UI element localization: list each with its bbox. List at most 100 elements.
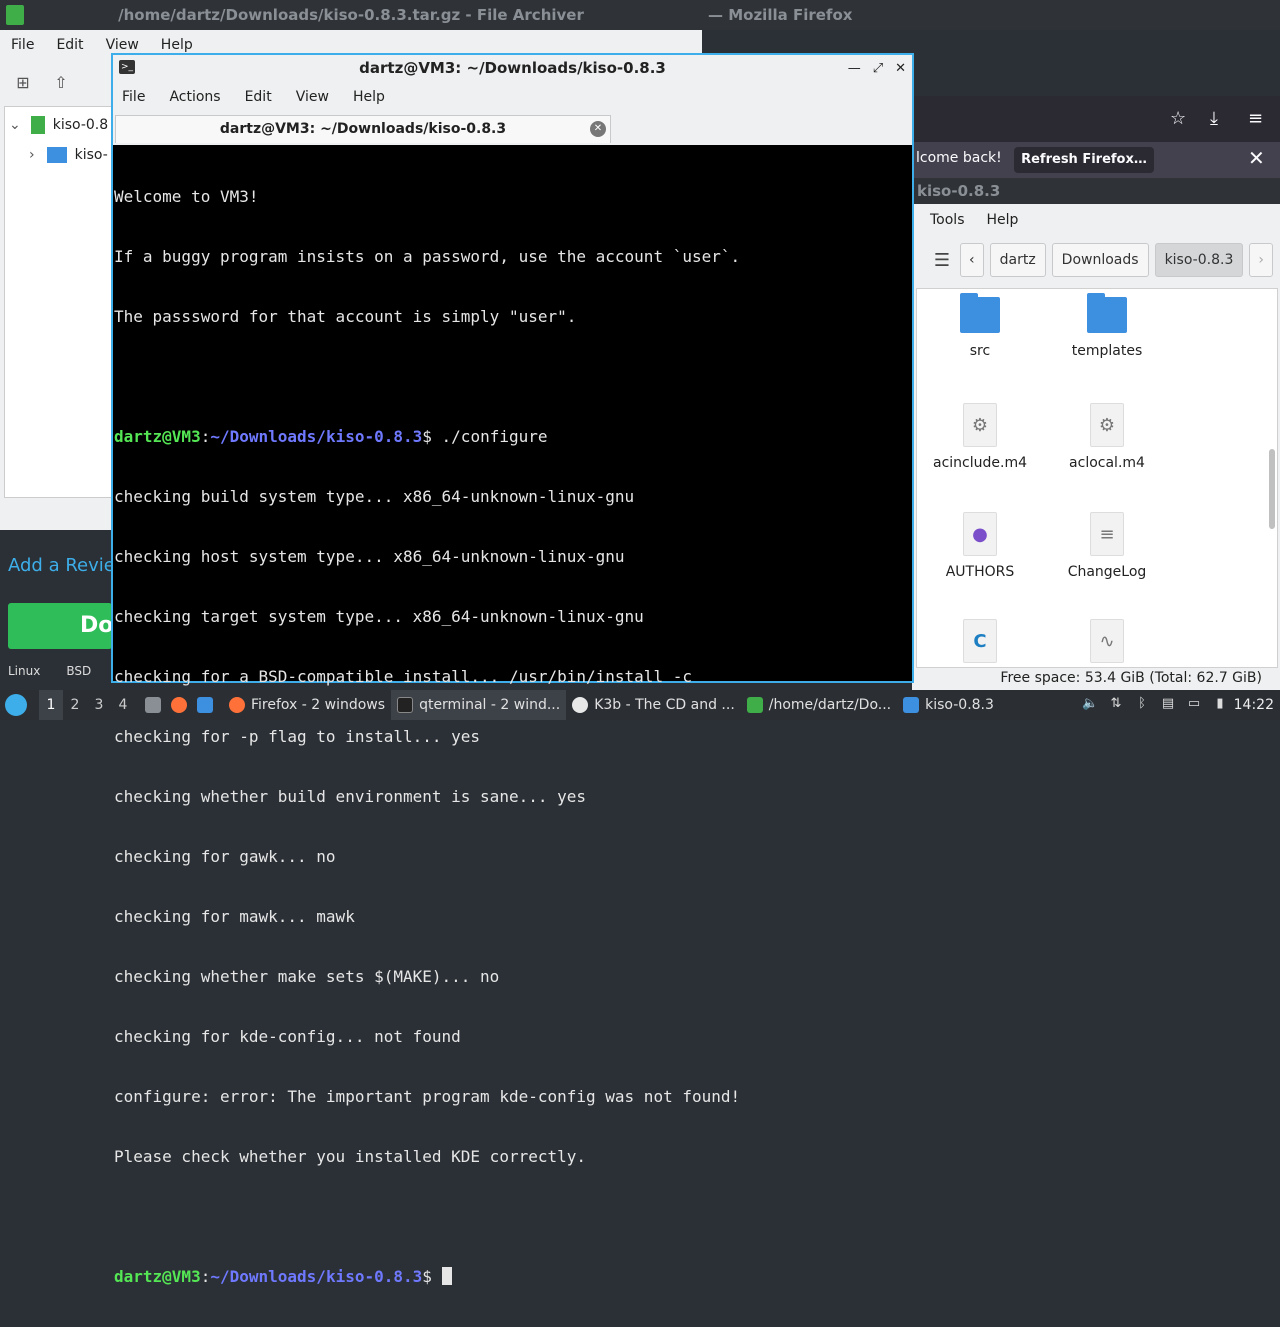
clipboard-icon[interactable]: ▤ [1160, 696, 1176, 712]
maximize-icon[interactable]: ⤢ [873, 61, 883, 76]
firefox-toolbar: ☆ ⤓ ≡ [912, 96, 1280, 142]
prompt-user: dartz@VM3 [114, 1267, 201, 1286]
close-icon[interactable]: ✕ [895, 61, 906, 76]
close-icon[interactable]: ✕ [1248, 146, 1265, 170]
chevron-right-icon[interactable]: › [29, 147, 35, 163]
task-qterminal[interactable]: qterminal - 2 wind... [391, 690, 567, 720]
refresh-firefox-button[interactable]: Refresh Firefox… [1014, 147, 1154, 173]
tab-close-icon[interactable]: ✕ [590, 121, 606, 137]
terminal-menu-help[interactable]: Help [353, 89, 385, 105]
terminal-title: dartz@VM3: ~/Downloads/kiso-0.8.3 [359, 59, 666, 77]
terminal-tabbar: dartz@VM3: ~/Downloads/kiso-0.8.3 ✕ [113, 113, 912, 145]
terminal-line: checking build system type... x86_64-unk… [114, 487, 635, 506]
bluetooth-icon[interactable]: ᛒ [1134, 696, 1150, 712]
terminal-output[interactable]: Welcome to VM3! If a buggy program insis… [113, 145, 912, 1286]
terminal-menu-file[interactable]: File [122, 89, 145, 105]
archiver-window-title: /home/dartz/Downloads/kiso-0.8.3.tar.gz … [118, 6, 584, 24]
file-item-changelog[interactable]: ≡ ChangeLog [1052, 512, 1162, 580]
volume-icon[interactable]: 🔈 [1082, 696, 1098, 712]
task-firefox[interactable]: Firefox - 2 windows [223, 690, 391, 720]
file-item-acinclude[interactable]: ⚙ acinclude.m4 [925, 403, 1035, 471]
file-item-c-source[interactable]: C [925, 619, 1035, 671]
scrollbar[interactable] [1269, 449, 1275, 529]
typed-command: ./configure [431, 427, 548, 446]
task-label: qterminal - 2 wind... [419, 697, 561, 713]
file-item-authors[interactable]: ● AUTHORS [925, 512, 1035, 580]
workspace-2[interactable]: 2 [63, 697, 87, 713]
archive-icon [30, 116, 45, 134]
prompt-path: ~/Downloads/kiso-0.8.3 [210, 1267, 423, 1286]
terminal-tab[interactable]: dartz@VM3: ~/Downloads/kiso-0.8.3 ✕ [115, 115, 611, 143]
battery-icon[interactable]: ▮ [1212, 696, 1228, 712]
show-desktop-icon[interactable] [145, 697, 161, 713]
file-item-src[interactable]: src [925, 293, 1035, 359]
terminal-line: checking for a BSD-compatible install...… [114, 667, 692, 686]
archiver-menu-file[interactable]: File [11, 37, 34, 53]
new-archive-icon[interactable]: ⊞ [14, 74, 32, 92]
tag-linux[interactable]: Linux [8, 664, 40, 678]
tag-bsd[interactable]: BSD [66, 664, 91, 678]
back-chevron-icon[interactable]: ‹ [960, 243, 984, 277]
breadcrumb-current[interactable]: kiso-0.8.3 [1154, 243, 1244, 277]
bookmark-star-icon[interactable]: ☆ [1170, 108, 1186, 129]
network-icon[interactable]: ⇅ [1108, 696, 1124, 712]
taskbar: 1 2 3 4 Firefox - 2 windows qterminal - … [0, 690, 1280, 720]
file-item-templates[interactable]: templates [1052, 293, 1162, 359]
tree-row-root[interactable]: ⌄ kiso-0.8 [9, 111, 108, 139]
terminal-line: checking for gawk... no [114, 847, 336, 866]
folder-icon [960, 293, 1000, 333]
file-item-aclocal[interactable]: ⚙ aclocal.m4 [1052, 403, 1162, 471]
download-icon[interactable]: ⤓ [1210, 108, 1218, 129]
terminal-menubar: File Actions Edit View Help [113, 81, 912, 113]
terminal-line: checking for -p flag to install... yes [114, 727, 481, 746]
forward-chevron-icon[interactable]: › [1249, 243, 1273, 277]
terminal-menu-view[interactable]: View [296, 89, 329, 105]
file-item-pulse[interactable]: ∿ [1052, 619, 1162, 671]
person-file-icon: ● [963, 512, 997, 556]
breadcrumb-dartz[interactable]: dartz [989, 243, 1046, 277]
tree-row-folder[interactable]: › kiso- [29, 141, 108, 169]
file-name: src [969, 343, 991, 359]
breadcrumb-downloads[interactable]: Downloads [1051, 243, 1149, 277]
file-name: AUTHORS [945, 564, 1015, 580]
download-button[interactable]: Do [8, 603, 112, 649]
list-view-icon[interactable]: ☰ [930, 250, 954, 271]
archiver-menu-view[interactable]: View [106, 37, 139, 53]
firefox-launcher-icon[interactable] [171, 697, 187, 713]
tree-root-label: kiso-0.8 [52, 117, 109, 133]
cd-icon [572, 697, 589, 713]
window-controls: — ⤢ ✕ [848, 55, 906, 81]
workspace-4[interactable]: 4 [111, 697, 135, 713]
welcome-back-text: lcome back! [916, 150, 1002, 166]
terminal-menu-edit[interactable]: Edit [245, 89, 272, 105]
archiver-menu-edit[interactable]: Edit [56, 37, 83, 53]
terminal-app-icon: >_ [119, 60, 135, 74]
prompt-user: dartz@VM3 [114, 427, 201, 446]
display-icon[interactable]: ▭ [1186, 696, 1202, 712]
task-archiver[interactable]: /home/dartz/Do... [741, 690, 897, 720]
archiver-menu-help[interactable]: Help [161, 37, 193, 53]
task-filemanager[interactable]: kiso-0.8.3 [897, 690, 1000, 720]
extract-up-icon[interactable]: ⇧ [52, 74, 70, 92]
prompt-dollar: $ [422, 1267, 432, 1286]
task-k3b[interactable]: K3b - The CD and ... [566, 690, 741, 720]
terminal-line: checking target system type... x86_64-un… [114, 607, 644, 626]
clock[interactable]: 14:22 [1234, 690, 1274, 720]
hamburger-menu-icon[interactable]: ≡ [1248, 108, 1263, 129]
start-menu-icon[interactable] [5, 694, 27, 716]
add-review-link[interactable]: Add a Revie [8, 555, 115, 576]
pulse-file-icon: ∿ [1090, 619, 1124, 663]
firefox-notification-bar: lcome back! Refresh Firefox… ✕ [912, 142, 1280, 178]
terminal-menu-actions[interactable]: Actions [169, 89, 220, 105]
terminal-window: dartz@VM3: ~/Downloads/kiso-0.8.3 >_ — ⤢… [111, 53, 914, 1286]
minimize-icon[interactable]: — [848, 61, 861, 76]
file-manager-launcher-icon[interactable] [197, 697, 213, 713]
workspace-1[interactable]: 1 [39, 690, 63, 720]
chevron-down-icon[interactable]: ⌄ [9, 117, 21, 133]
fm-menu-help[interactable]: Help [987, 212, 1019, 228]
task-label: K3b - The CD and ... [594, 697, 735, 713]
workspace-3[interactable]: 3 [87, 697, 111, 713]
terminal-line: checking for kde-config... not found [114, 1027, 461, 1046]
fm-menu-tools[interactable]: Tools [930, 212, 965, 228]
terminal-titlebar: dartz@VM3: ~/Downloads/kiso-0.8.3 >_ — ⤢… [113, 55, 912, 81]
